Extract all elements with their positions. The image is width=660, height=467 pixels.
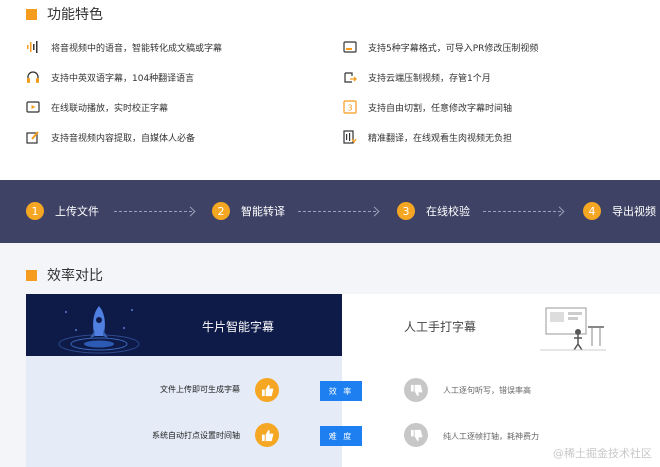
feature-item: 将音视频中的语音，智能转化成文稿或字幕: [26, 40, 222, 54]
ai-subtitle-label: 牛片智能字幕: [202, 320, 275, 334]
ai-row-text: 文件上传即可生成字幕: [160, 385, 240, 394]
step-verify: 3 在线校验: [397, 202, 470, 220]
timeline-edit-icon: 3: [343, 100, 357, 114]
feature-text: 支持云端压制视频，存管1个月: [368, 73, 491, 84]
compare-title-text: 效率对比: [47, 268, 103, 284]
feature-item: 支持5种字幕格式，可导入PR修改压制视频: [343, 40, 538, 54]
feature-text: 支持音视频内容提取，自媒体人必备: [51, 133, 196, 144]
step-number: 4: [583, 202, 601, 220]
compare-title: 效率对比: [26, 265, 103, 285]
step-label: 在线校验: [426, 205, 470, 218]
title-marker: [26, 8, 37, 20]
translate-icon: [343, 130, 357, 144]
ai-row-text: 系统自动打点设置时间轴: [152, 431, 240, 440]
step-number: 1: [26, 202, 44, 220]
office-illustration-icon: [540, 307, 606, 351]
feature-list: 将音视频中的语音，智能转化成文稿或字幕 支持中英双语字幕，104种翻译语言 在线…: [0, 30, 660, 180]
step-arrow-icon: [298, 211, 376, 212]
step-export: 4 导出视频: [583, 202, 656, 220]
step-label: 导出视频: [612, 205, 656, 218]
feature-text: 将音视频中的语音，智能转化成文稿或字幕: [51, 43, 223, 54]
ai-advantages: [26, 356, 342, 467]
step-label: 上传文件: [55, 205, 99, 218]
cloud-export-icon: [343, 70, 357, 84]
svg-text:3: 3: [347, 104, 352, 113]
thumbs-up-icon: [255, 378, 279, 402]
manual-row-text: 纯人工逐帧打轴，耗神费力: [443, 432, 539, 441]
features-title: 功能特色: [26, 4, 103, 24]
audio-wave-icon: [26, 40, 40, 54]
extract-edit-icon: [26, 130, 40, 144]
features-title-text: 功能特色: [47, 7, 103, 23]
thumbs-up-icon: [255, 423, 279, 447]
feature-text: 支持中英双语字幕，104种翻译语言: [51, 73, 195, 84]
video-play-icon: [26, 100, 40, 114]
manual-subtitle-header: 人工手打字幕: [342, 294, 660, 356]
subtitle-format-icon: [343, 40, 357, 54]
manual-row-text: 人工逐句听写，错误率高: [443, 386, 531, 395]
feature-text: 在线联动播放，实时校正字幕: [51, 103, 169, 114]
difficulty-badge: 难 度: [320, 426, 362, 446]
feature-item: 支持音视频内容提取，自媒体人必备: [26, 130, 195, 144]
thumbs-down-icon: [404, 378, 428, 402]
step-number: 3: [397, 202, 415, 220]
step-arrow-icon: [114, 211, 192, 212]
feature-item: 3 支持自由切割，任意修改字幕时间轴: [343, 100, 512, 114]
step-number: 2: [212, 202, 230, 220]
thumbs-down-icon: [404, 423, 428, 447]
feature-item: 支持云端压制视频，存管1个月: [343, 70, 491, 84]
workflow-steps: 1 上传文件 2 智能转译 3 在线校验 4 导出视频: [0, 180, 660, 243]
headphones-icon: [26, 70, 40, 84]
feature-item: 在线联动播放，实时校正字幕: [26, 100, 168, 114]
feature-text: 支持5种字幕格式，可导入PR修改压制视频: [368, 43, 539, 54]
step-label: 智能转译: [241, 205, 285, 218]
title-marker: [26, 269, 37, 281]
feature-text: 支持自由切割，任意修改字幕时间轴: [368, 103, 513, 114]
feature-item: 精准翻译，在线观看生肉视频无负担: [343, 130, 512, 144]
step-transcribe: 2 智能转译: [212, 202, 285, 220]
step-upload: 1 上传文件: [26, 202, 99, 220]
feature-item: 支持中英双语字幕，104种翻译语言: [26, 70, 194, 84]
rocket-icon: [58, 306, 140, 354]
ai-subtitle-header: 牛片智能字幕: [26, 294, 342, 356]
step-arrow-icon: [483, 211, 561, 212]
efficiency-badge: 效 率: [320, 381, 362, 401]
watermark: @稀土掘金技术社区: [553, 447, 652, 460]
manual-subtitle-label: 人工手打字幕: [404, 320, 477, 334]
feature-text: 精准翻译，在线观看生肉视频无负担: [368, 133, 513, 144]
